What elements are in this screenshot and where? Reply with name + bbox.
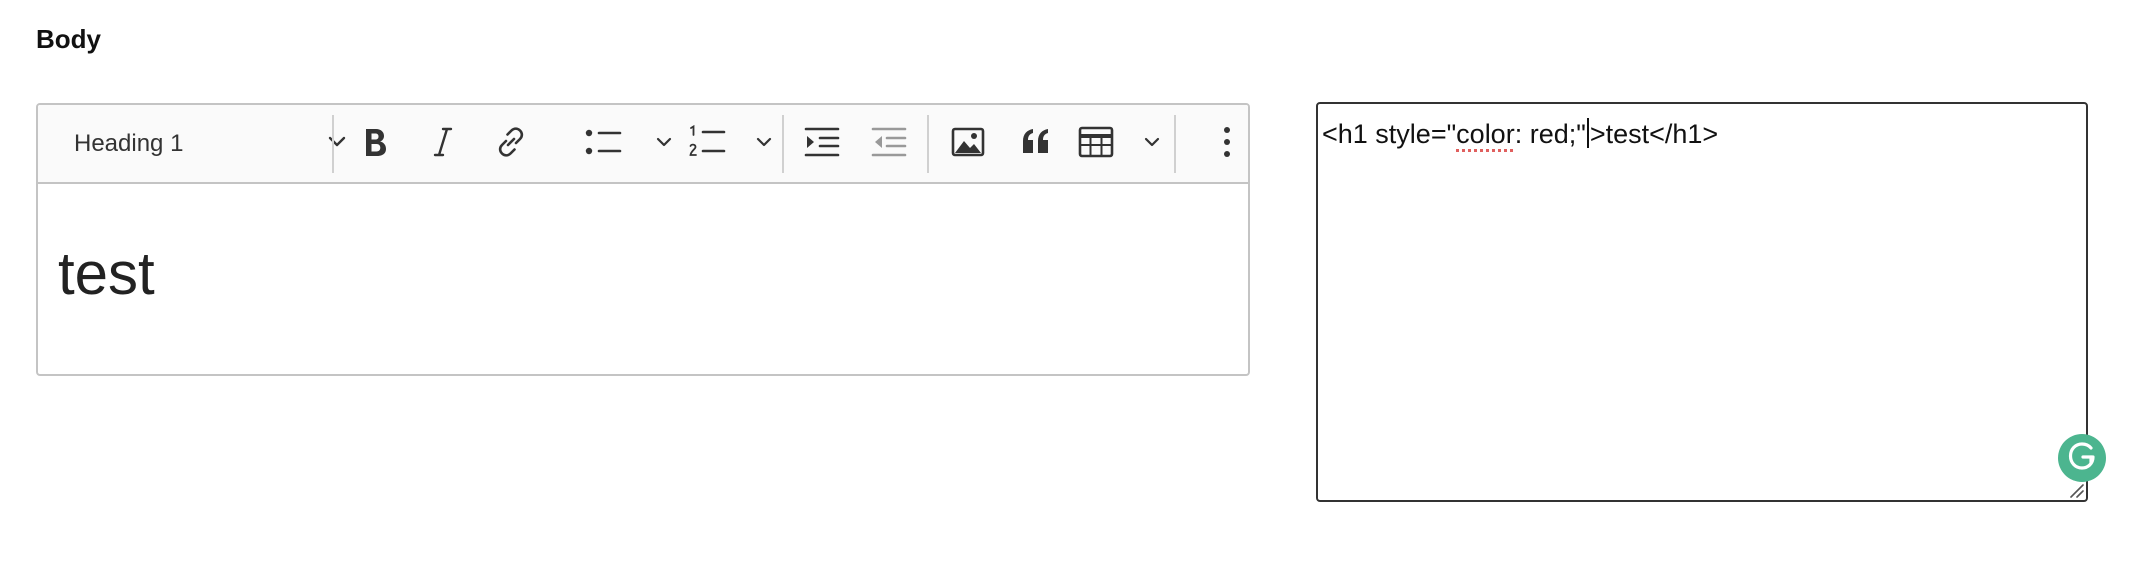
more-options-icon xyxy=(1222,125,1232,164)
insert-image-button[interactable] xyxy=(940,117,996,171)
bold-button[interactable] xyxy=(348,117,402,171)
increase-indent-icon xyxy=(804,126,840,163)
bulleted-list-button[interactable] xyxy=(584,117,674,171)
page: Body Heading 1 test <h1 style="color: re… xyxy=(0,0,2132,582)
decrease-indent-button[interactable] xyxy=(861,117,917,171)
editor-heading: test xyxy=(58,240,155,307)
chevron-down-icon xyxy=(326,131,348,158)
editor-toolbar: Heading 1 xyxy=(38,105,1248,184)
link-button[interactable] xyxy=(484,117,538,171)
numbered-list-button[interactable] xyxy=(688,117,774,171)
field-label: Body xyxy=(36,24,101,54)
source-code: <h1 style="color: red;" >test</h1> xyxy=(1322,118,1718,150)
link-icon xyxy=(493,124,529,165)
numbered-list-icon xyxy=(688,124,728,165)
increase-indent-button[interactable] xyxy=(794,117,850,171)
grammarly-button[interactable] xyxy=(2058,434,2106,482)
resize-handle[interactable] xyxy=(2066,480,2084,498)
image-icon xyxy=(951,127,985,162)
bulleted-list-icon xyxy=(584,125,624,164)
rich-text-editor: Heading 1 test xyxy=(36,103,1250,376)
text-caret xyxy=(1586,118,1589,148)
decrease-indent-icon xyxy=(871,126,907,163)
source-text-middle: : red;" xyxy=(1514,119,1586,149)
misspelled-word[interactable]: color xyxy=(1456,119,1515,149)
blockquote-button[interactable] xyxy=(1008,117,1064,171)
blockquote-icon xyxy=(1019,127,1053,162)
chevron-down-icon xyxy=(654,132,674,157)
more-options-button[interactable] xyxy=(1212,117,1242,171)
toolbar-separator xyxy=(1174,115,1176,173)
source-text-start: <h1 style=" xyxy=(1322,119,1457,149)
heading-dropdown-value: Heading 1 xyxy=(74,130,184,157)
italic-button[interactable] xyxy=(416,117,470,171)
chevron-down-icon xyxy=(1142,132,1162,157)
toolbar-separator xyxy=(782,115,784,173)
heading-dropdown[interactable]: Heading 1 xyxy=(62,117,352,171)
toolbar-separator xyxy=(332,115,334,173)
source-text-end: >test</h1> xyxy=(1589,119,1719,149)
table-icon xyxy=(1078,126,1114,163)
toolbar-separator xyxy=(927,115,929,173)
bold-icon xyxy=(360,125,390,164)
italic-icon xyxy=(429,125,457,164)
editor-content-area[interactable]: test xyxy=(38,184,1248,374)
insert-table-button[interactable] xyxy=(1078,117,1162,171)
source-textarea[interactable]: <h1 style="color: red;" >test</h1> xyxy=(1316,102,2106,502)
chevron-down-icon xyxy=(754,132,774,157)
grammarly-icon xyxy=(2065,439,2099,478)
